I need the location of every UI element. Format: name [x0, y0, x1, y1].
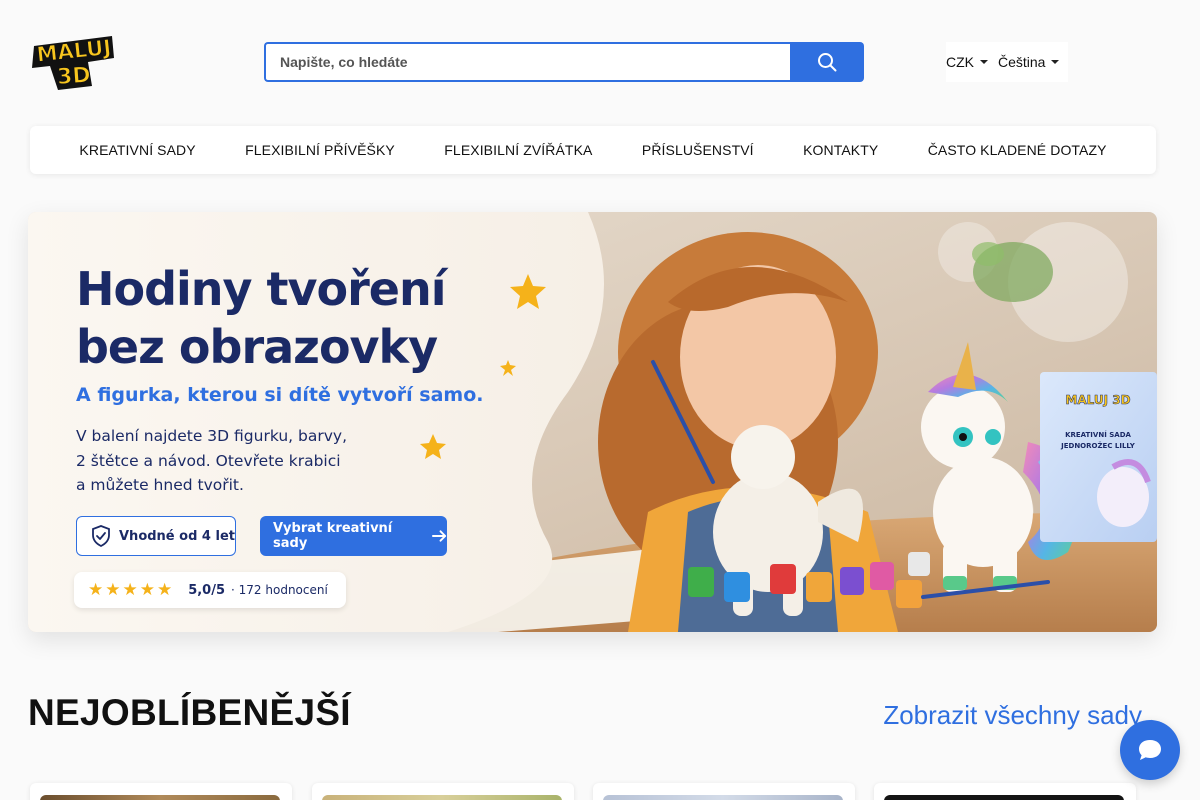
hero-description-line3: a můžete hned tvořit. [76, 476, 244, 494]
rating-value: 5,0/5 [188, 582, 226, 598]
product-card[interactable] [30, 783, 292, 800]
age-badge-label: Vhodné od 4 let [119, 528, 235, 544]
rating-count: · 172 hodnocení [231, 583, 328, 597]
chat-button[interactable] [1120, 720, 1180, 780]
search-icon [818, 53, 837, 72]
locale-switcher: CZK Čeština [946, 42, 1068, 82]
currency-dropdown[interactable]: CZK [946, 54, 988, 70]
language-dropdown[interactable]: Čeština [998, 54, 1060, 70]
box-brand: MALUJ 3D [1065, 393, 1130, 407]
nav-item-prislusenstvi[interactable]: PŘÍSLUŠENSTVÍ [642, 142, 754, 158]
section-title: NEJOBLÍBENĚJŠÍ [28, 692, 351, 733]
search-button[interactable] [790, 42, 864, 82]
shield-check-icon [92, 525, 110, 547]
nav-item-kreativni-sady[interactable]: KREATIVNÍ SADY [79, 142, 195, 158]
chevron-down-icon [980, 60, 988, 64]
box-label-line1: KREATIVNÍ SADA [1065, 430, 1131, 439]
chat-bubble-icon [1139, 740, 1161, 760]
hero-description-line2: 2 štětce a návod. Otevřete krabici [76, 451, 341, 470]
logo-text-top: MALUJ [36, 35, 113, 67]
show-all-sets-label: Zobrazit všechny sady [883, 700, 1142, 730]
box-label-line2: JEDNOROŽEC LILLY [1060, 441, 1136, 450]
show-all-sets-link[interactable]: Zobrazit všechny sady→ [883, 700, 1157, 731]
choose-sets-label: Vybrat kreativní sady [273, 521, 393, 551]
rating-stars: ★★★★★ [88, 580, 175, 600]
hero-subtitle: A figurka, kterou si dítě vytvoří samo. [76, 384, 484, 406]
product-image [40, 795, 280, 800]
choose-sets-button[interactable]: Vybrat kreativní sady [260, 516, 447, 556]
nav-item-kontakty[interactable]: KONTAKTY [803, 142, 878, 158]
chevron-down-icon [1051, 60, 1060, 64]
hero-description: V balení najdete 3D figurku, barvy, 2 št… [76, 424, 376, 498]
product-image [322, 795, 562, 800]
search-bar [264, 42, 864, 82]
product-card[interactable] [874, 783, 1136, 800]
currency-label: CZK [946, 54, 974, 70]
hero-description-line1: V balení najdete 3D figurku, barvy, [76, 427, 347, 445]
logo-graphic: MALUJ 3D [32, 35, 114, 91]
nav-item-flexibilni-zviratka[interactable]: FLEXIBILNÍ ZVÍŘÁTKA [444, 142, 592, 158]
hero-banner[interactable]: MALUJ 3D KREATIVNÍ SADA JEDNOROŽEC LILLY… [28, 212, 1157, 632]
rating-badge: ★★★★★ 5,0/5 · 172 hodnocení [74, 572, 346, 608]
main-nav: KREATIVNÍ SADY FLEXIBILNÍ PŘÍVĚŠKY FLEXI… [30, 126, 1156, 174]
nav-item-faq[interactable]: ČASTO KLADENÉ DOTAZY [928, 142, 1107, 158]
hero-title: Hodiny tvoření bez obrazovky [76, 260, 447, 376]
arrow-right-icon [431, 530, 447, 542]
product-card[interactable] [593, 783, 855, 800]
product-image [884, 795, 1124, 800]
hero-title-line1: Hodiny tvoření [76, 262, 447, 316]
language-label: Čeština [998, 54, 1046, 70]
brand-logo[interactable]: MALUJ 3D [28, 32, 120, 92]
age-badge: Vhodné od 4 let [76, 516, 236, 556]
product-image [603, 795, 843, 800]
search-input[interactable] [264, 42, 790, 82]
product-card[interactable] [312, 783, 574, 800]
nav-item-flexibilni-privesky[interactable]: FLEXIBILNÍ PŘÍVĚŠKY [245, 142, 395, 158]
hero-title-line2: bez obrazovky [76, 320, 438, 374]
logo-text-bottom: 3D [56, 63, 91, 90]
